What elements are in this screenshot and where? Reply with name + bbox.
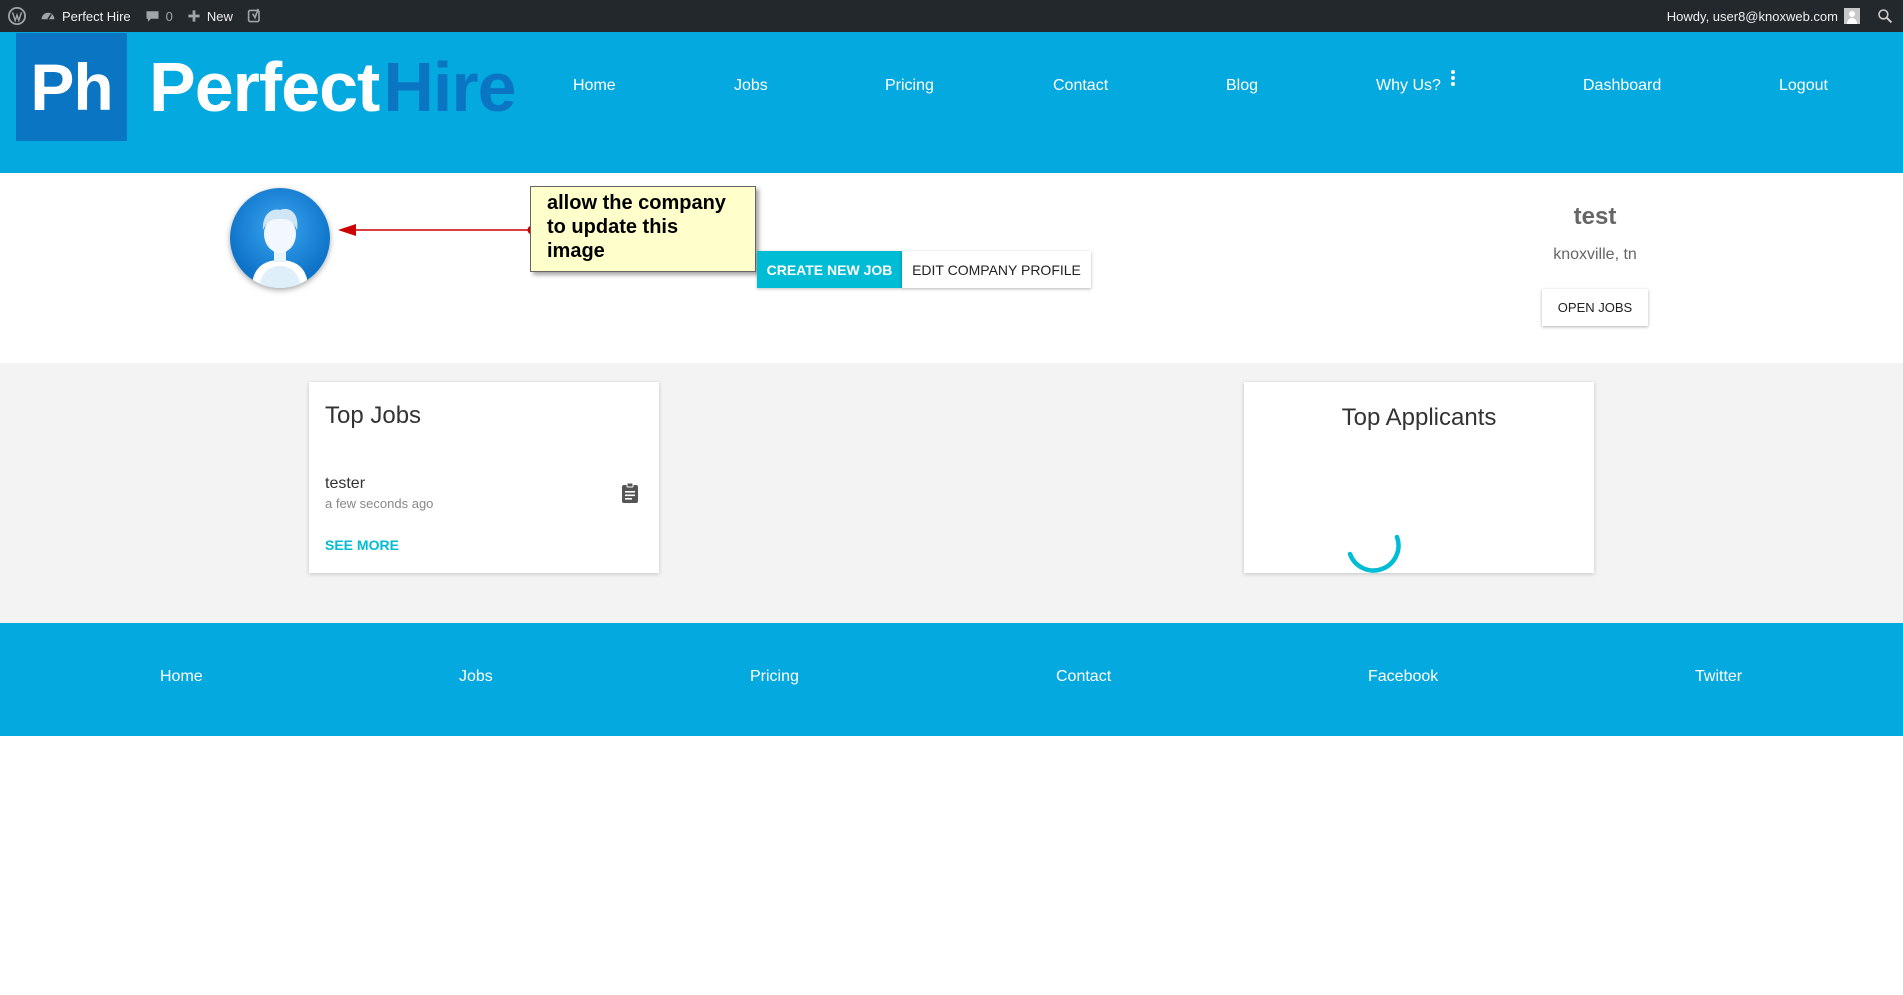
user-avatar-icon — [1844, 8, 1860, 24]
site-footer: Home Jobs Pricing Contact Facebook Twitt… — [0, 623, 1903, 736]
yoast-menu[interactable] — [240, 0, 270, 32]
footer-pricing[interactable]: Pricing — [750, 668, 799, 686]
annotation-callout: allow the company to update this image — [530, 186, 756, 272]
more-vert-icon[interactable] — [1451, 70, 1455, 88]
footer-facebook[interactable]: Facebook — [1368, 668, 1438, 686]
top-jobs-title: Top Jobs — [325, 402, 422, 429]
wordpress-menu[interactable] — [0, 0, 33, 32]
comments-count: 0 — [165, 8, 173, 24]
footer-contact[interactable]: Contact — [1056, 668, 1111, 686]
job-item-time: a few seconds ago — [325, 496, 434, 511]
company-profile-section: allow the company to update this image C… — [0, 173, 1903, 363]
open-jobs-button[interactable]: OPEN JOBS — [1542, 289, 1648, 326]
howdy-greeting: Howdy, user8@knoxweb.com — [1666, 8, 1838, 24]
footer-home[interactable]: Home — [160, 668, 203, 686]
top-jobs-card: Top Jobs tester a few seconds ago SEE MO… — [309, 382, 659, 573]
create-new-job-button[interactable]: CREATE NEW JOB — [757, 251, 902, 288]
clipboard-icon[interactable] — [621, 482, 639, 504]
edit-company-profile-button[interactable]: EDIT COMPANY PROFILE — [902, 251, 1091, 288]
nav-home[interactable]: Home — [573, 77, 616, 95]
logo-mark: Ph — [16, 33, 127, 141]
company-location: knoxville, tn — [1553, 246, 1637, 263]
dashboard-content: Top Jobs tester a few seconds ago SEE MO… — [0, 363, 1903, 623]
yoast-icon — [247, 8, 260, 23]
logo-word-perfect: Perfect — [149, 48, 380, 126]
nav-jobs[interactable]: Jobs — [734, 77, 768, 95]
comments-menu[interactable]: 0 — [138, 0, 180, 32]
search-icon — [1878, 9, 1893, 24]
site-name-menu[interactable]: Perfect Hire — [33, 0, 138, 32]
new-content-menu[interactable]: New — [180, 0, 240, 32]
job-item-title[interactable]: tester — [325, 475, 365, 493]
nav-why-us[interactable]: Why Us? — [1376, 77, 1441, 95]
admin-bar: Perfect Hire 0 New Howdy, user8@knoxweb.… — [0, 0, 1903, 32]
comment-icon — [146, 10, 159, 22]
company-name: test — [1573, 203, 1617, 230]
nav-logout[interactable]: Logout — [1779, 77, 1828, 95]
top-applicants-card: Top Applicants — [1244, 382, 1594, 573]
account-menu[interactable]: Howdy, user8@knoxweb.com — [1660, 0, 1867, 32]
see-more-link[interactable]: SEE MORE — [325, 537, 399, 553]
loading-spinner-icon — [1347, 534, 1401, 573]
footer-twitter[interactable]: Twitter — [1695, 668, 1742, 686]
footer-jobs[interactable]: Jobs — [459, 668, 493, 686]
nav-dashboard[interactable]: Dashboard — [1583, 77, 1661, 95]
wordpress-icon — [8, 7, 26, 25]
site-header: Ph Perfect Hire Home Jobs Pricing Contac… — [0, 32, 1903, 173]
user-silhouette-icon — [252, 208, 308, 288]
nav-blog[interactable]: Blog — [1226, 77, 1258, 95]
admin-search[interactable] — [1867, 0, 1903, 32]
site-logo[interactable]: Ph Perfect Hire — [16, 33, 517, 141]
plus-icon — [188, 10, 200, 22]
top-applicants-title: Top Applicants — [1341, 404, 1497, 431]
nav-contact[interactable]: Contact — [1053, 77, 1108, 95]
dashboard-icon — [41, 12, 55, 20]
nav-pricing[interactable]: Pricing — [885, 77, 934, 95]
site-name: Perfect Hire — [62, 8, 131, 24]
new-label: New — [206, 8, 233, 24]
company-avatar[interactable] — [230, 188, 330, 288]
annotation-arrow — [338, 224, 537, 236]
logo-word-hire: Hire — [383, 48, 516, 126]
